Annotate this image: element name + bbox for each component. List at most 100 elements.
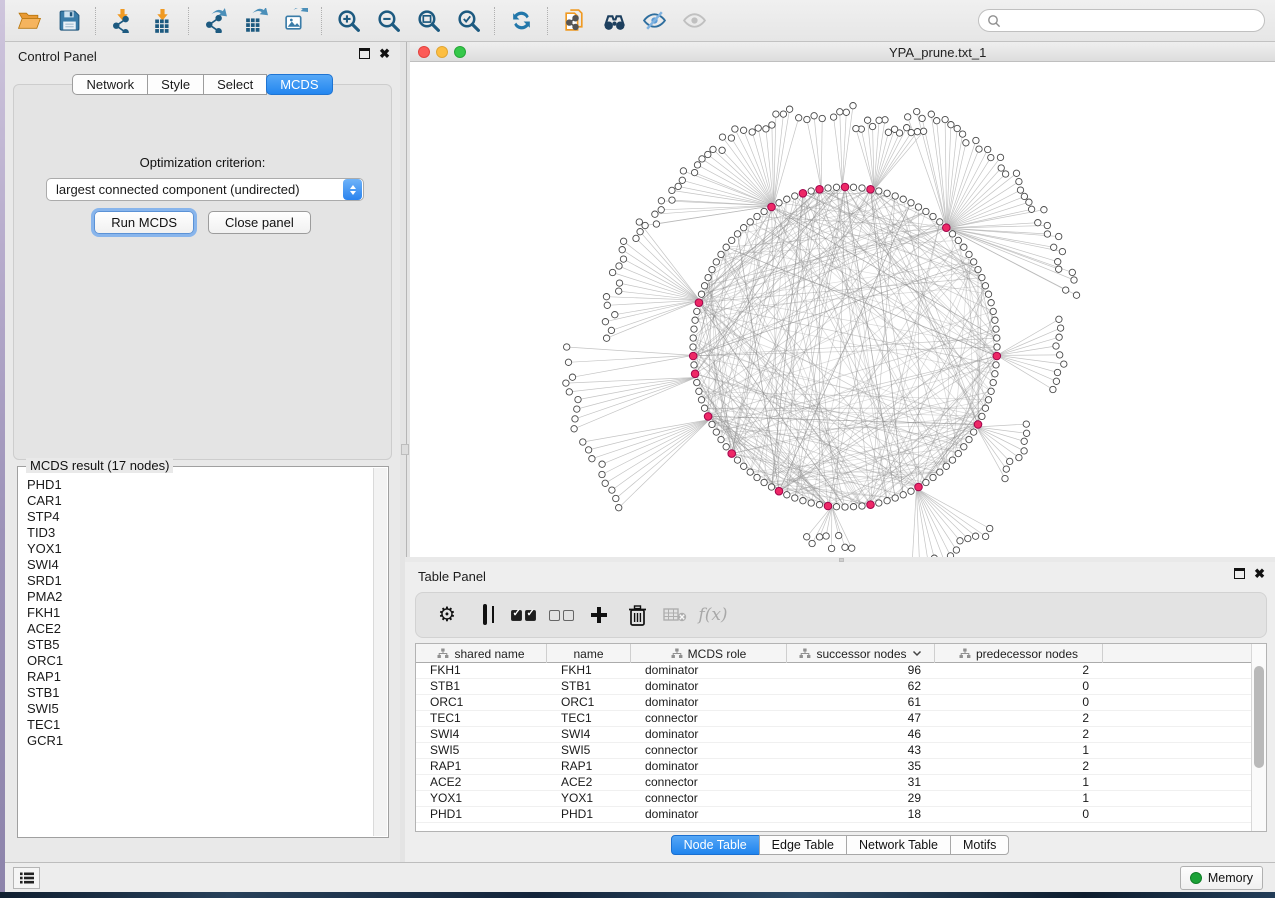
zoom-out-button[interactable]	[368, 3, 408, 39]
close-panel-icon[interactable]: ✖	[379, 48, 390, 59]
tab-network-table[interactable]: Network Table	[846, 835, 951, 855]
mcds-result-item[interactable]: PHD1	[19, 477, 373, 493]
close-panel-button[interactable]: Close panel	[208, 211, 311, 234]
tab-node-table[interactable]: Node Table	[671, 835, 760, 855]
export-network-button[interactable]	[195, 3, 235, 39]
column-header-predecessor-nodes[interactable]: predecessor nodes	[935, 644, 1103, 663]
float-panel-icon[interactable]	[359, 48, 370, 59]
zoom-in-button[interactable]	[328, 3, 368, 39]
eye-icon	[682, 8, 707, 33]
mcds-result-item[interactable]: YOX1	[19, 541, 373, 557]
export-table-button[interactable]	[235, 3, 275, 39]
mcds-result-item[interactable]: SWI4	[19, 557, 373, 573]
table-tabs: Node TableEdge TableNetwork TableMotifs	[405, 835, 1275, 855]
table-cell: connector	[631, 791, 787, 806]
close-panel-icon[interactable]: ✖	[1254, 568, 1265, 579]
window-close-button[interactable]	[418, 46, 430, 58]
table-row[interactable]: PHD1PHD1dominator180	[416, 807, 1251, 823]
refresh-layout-button[interactable]	[501, 3, 541, 39]
table-cell: dominator	[631, 807, 787, 822]
show-all-button	[674, 3, 714, 39]
tab-select[interactable]: Select	[203, 74, 267, 95]
window-maximize-button[interactable]	[454, 46, 466, 58]
column-header-shared-name[interactable]: shared name	[416, 644, 547, 663]
mcds-result-item[interactable]: ORC1	[19, 653, 373, 669]
float-panel-icon[interactable]	[1234, 568, 1245, 579]
column-header-successor-nodes[interactable]: successor nodes	[787, 644, 935, 663]
mcds-result-item[interactable]: TID3	[19, 525, 373, 541]
table-row[interactable]: FKH1FKH1dominator962	[416, 663, 1251, 679]
mcds-result-item[interactable]: STB5	[19, 637, 373, 653]
network-title: YPA_prune.txt_1	[889, 45, 986, 60]
tab-network[interactable]: Network	[72, 74, 148, 95]
binoculars-icon	[602, 8, 627, 33]
import-network-button[interactable]	[102, 3, 142, 39]
mcds-result-item[interactable]: STB1	[19, 685, 373, 701]
criterion-dropdown[interactable]: largest connected component (undirected)	[46, 178, 364, 201]
table-cell: 1	[935, 775, 1103, 790]
column-header-MCDS-role[interactable]: MCDS role	[631, 644, 787, 663]
run-mcds-button[interactable]: Run MCDS	[94, 211, 194, 234]
clone-network-button[interactable]	[554, 3, 594, 39]
search-icon	[987, 14, 1001, 28]
select-all-button[interactable]	[504, 596, 542, 634]
mcds-result-item[interactable]: SRD1	[19, 573, 373, 589]
splitter-handle[interactable]	[401, 444, 409, 455]
table-settings-button[interactable]: ⚙	[428, 596, 466, 634]
mcds-result-item[interactable]: GCR1	[19, 733, 373, 749]
table-cell: FKH1	[416, 663, 547, 678]
table-scrollbar[interactable]	[1251, 644, 1266, 831]
memory-button[interactable]: Memory	[1180, 866, 1263, 890]
table-row[interactable]: STB1STB1dominator620	[416, 679, 1251, 695]
table-cell: dominator	[631, 695, 787, 710]
delete-column-button[interactable]	[618, 596, 656, 634]
find-button[interactable]	[594, 3, 634, 39]
import-table-button[interactable]	[142, 3, 182, 39]
mcds-result-item[interactable]: STP4	[19, 509, 373, 525]
table-toolbar: ⚙f(x)	[415, 592, 1267, 638]
mcds-result-item[interactable]: CAR1	[19, 493, 373, 509]
open-session-button[interactable]	[9, 3, 49, 39]
mcds-result-item[interactable]: PMA2	[19, 589, 373, 605]
tab-edge-table[interactable]: Edge Table	[759, 835, 847, 855]
cb-checked-icon	[511, 610, 536, 621]
network-canvas[interactable]	[410, 62, 1275, 558]
mcds-result-title: MCDS result (17 nodes)	[26, 458, 173, 473]
save-session-button[interactable]	[49, 3, 89, 39]
hide-selected-button[interactable]	[634, 3, 674, 39]
deselect-all-button[interactable]	[542, 596, 580, 634]
table-row[interactable]: SWI5SWI5connector431	[416, 743, 1251, 759]
table-cell: SWI5	[547, 743, 631, 758]
table-row[interactable]: ACE2ACE2connector311	[416, 775, 1251, 791]
table-row[interactable]: RAP1RAP1dominator352	[416, 759, 1251, 775]
export-image-button[interactable]	[275, 3, 315, 39]
tab-motifs[interactable]: Motifs	[950, 835, 1009, 855]
table-cell: 2	[935, 711, 1103, 726]
table-cell: ACE2	[416, 775, 547, 790]
zoom-fit-button[interactable]	[408, 3, 448, 39]
table-cell: ORC1	[547, 695, 631, 710]
zoom-selected-button[interactable]	[448, 3, 488, 39]
table-row[interactable]: TEC1TEC1connector472	[416, 711, 1251, 727]
folder-icon	[17, 8, 42, 33]
tab-style[interactable]: Style	[147, 74, 204, 95]
mcds-result-item[interactable]: FKH1	[19, 605, 373, 621]
table-row[interactable]: ORC1ORC1dominator610	[416, 695, 1251, 711]
result-list-scrollbar[interactable]	[373, 468, 387, 836]
tab-mcds[interactable]: MCDS	[266, 74, 332, 95]
table-row[interactable]: SWI4SWI4dominator462	[416, 727, 1251, 743]
scrollbar-thumb[interactable]	[1254, 666, 1264, 768]
add-column-button[interactable]	[580, 596, 618, 634]
mcds-result-item[interactable]: TEC1	[19, 717, 373, 733]
floppy-icon	[57, 8, 82, 33]
mcds-result-item[interactable]: ACE2	[19, 621, 373, 637]
mcds-result-item[interactable]: SWI5	[19, 701, 373, 717]
window-minimize-button[interactable]	[436, 46, 448, 58]
panel-menu-button[interactable]	[13, 867, 40, 889]
search-input[interactable]	[1006, 12, 1256, 30]
table-row[interactable]: YOX1YOX1connector291	[416, 791, 1251, 807]
mcds-result-item[interactable]: RAP1	[19, 669, 373, 685]
show-column-panel-button[interactable]	[466, 596, 504, 634]
dropdown-stepper-icon	[343, 179, 362, 200]
column-header-name[interactable]: name	[547, 644, 631, 663]
